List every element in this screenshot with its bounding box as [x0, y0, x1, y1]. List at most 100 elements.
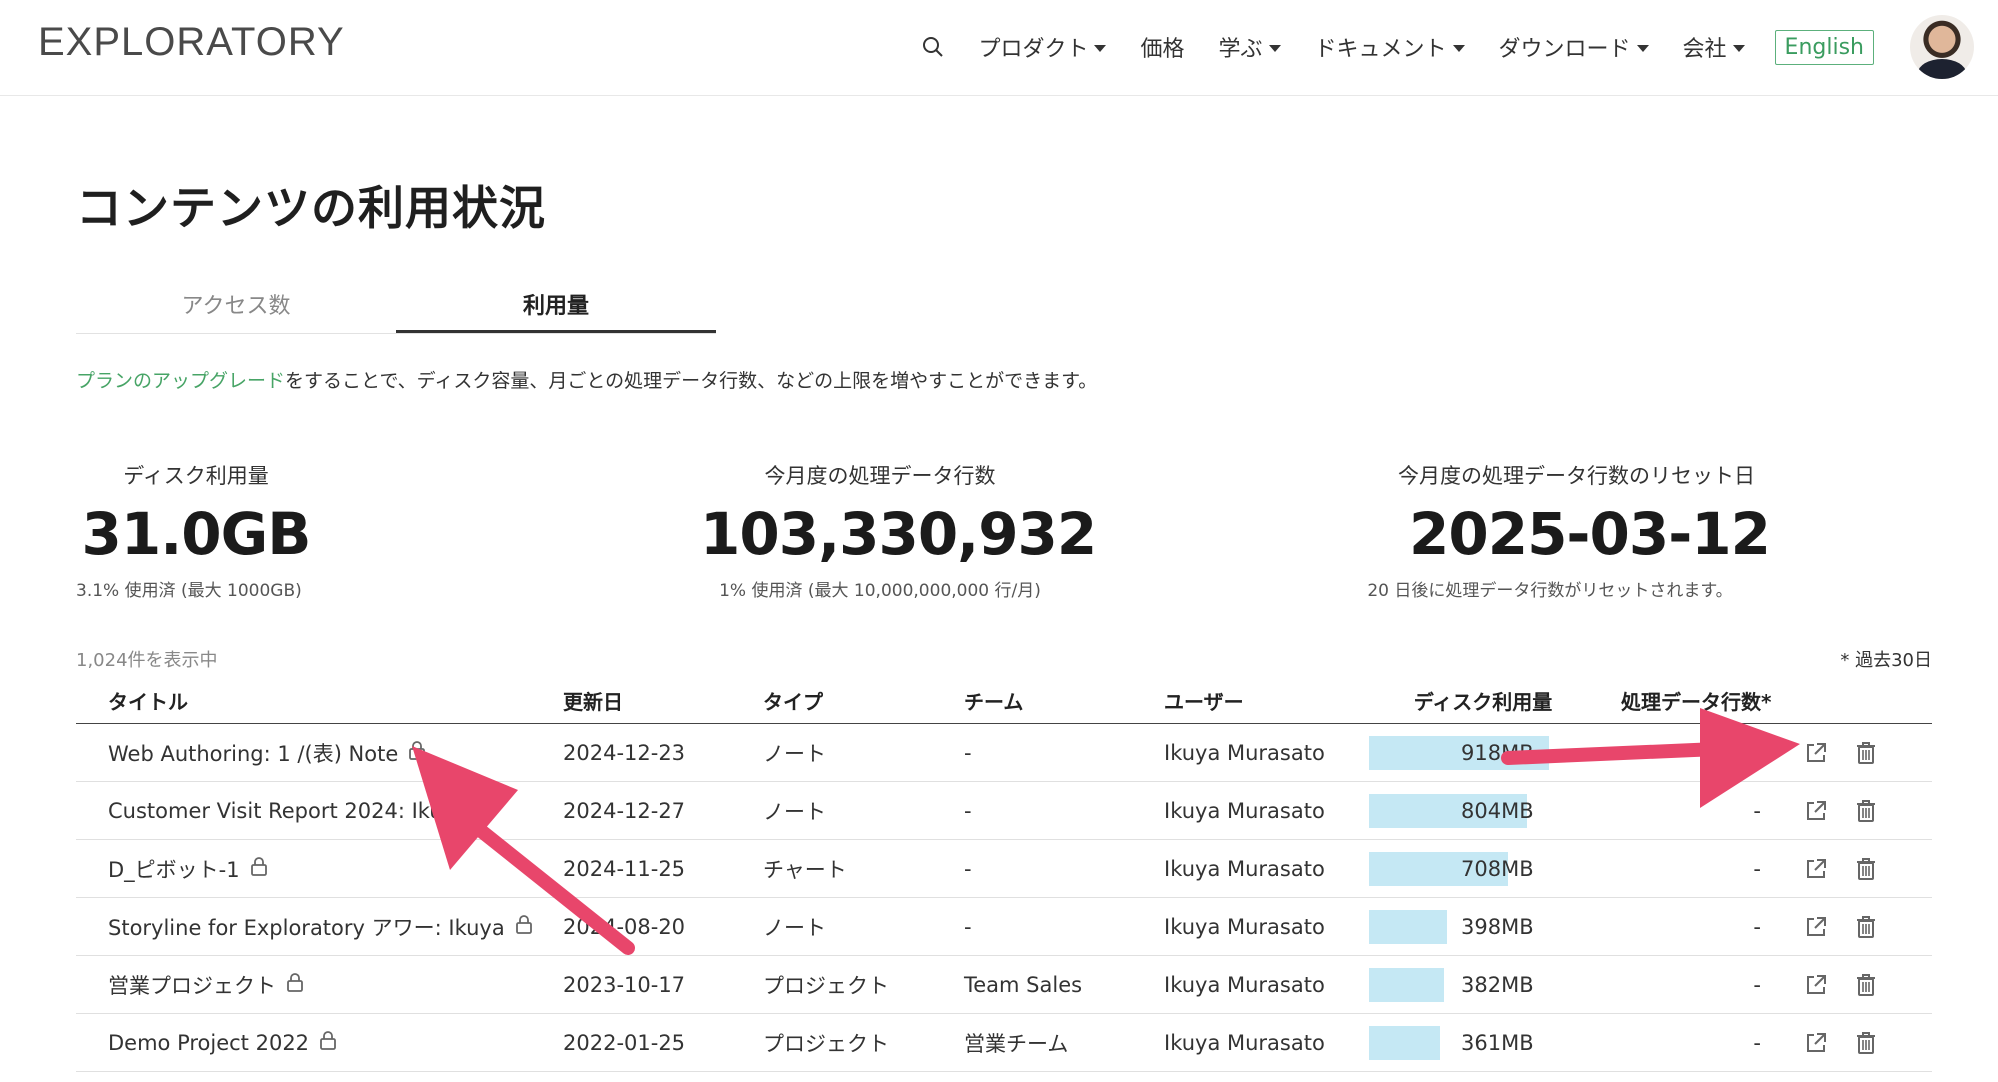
nav-company[interactable]: 会社 [1683, 31, 1745, 63]
row-actions [1787, 740, 1932, 766]
column-header-processed-rows[interactable]: 処理データ行数* [1597, 686, 1787, 715]
plan-upgrade-link[interactable]: プランのアップグレード [76, 370, 285, 392]
row-actions [1787, 914, 1932, 940]
row-actions [1787, 856, 1932, 882]
row-team: Team Sales [964, 972, 1083, 997]
column-header-user[interactable]: ユーザー [1164, 686, 1369, 715]
nav-product[interactable]: プロダクト [978, 31, 1107, 63]
nav-learn[interactable]: 学ぶ [1218, 31, 1281, 63]
open-external-icon[interactable] [1803, 914, 1829, 940]
row-title: Web Authoring: 1 /(表) Note [76, 738, 563, 768]
row-processed-rows: - [1753, 1030, 1761, 1055]
trash-icon[interactable] [1853, 856, 1879, 882]
disk-usage-sub: 3.1% 使用済 (最大 1000GB) [76, 581, 302, 601]
row-type: ノート [763, 741, 826, 766]
trash-icon[interactable] [1853, 972, 1879, 998]
disk-usage-label: ディスク利用量 [123, 464, 269, 488]
disk-usage-bar [1369, 1026, 1440, 1060]
row-user: Ikuya Murasato [1164, 798, 1325, 823]
row-disk-usage: 804MB [1369, 782, 1597, 839]
row-user: Ikuya Murasato [1164, 856, 1325, 881]
row-type: プロジェクト [763, 973, 889, 998]
open-external-icon[interactable] [1803, 1030, 1829, 1056]
upgrade-message: プランのアップグレードをすることで、ディスク容量、月ごとの処理データ行数、などの… [76, 366, 1097, 393]
row-team: - [964, 856, 972, 881]
trash-icon[interactable] [1853, 914, 1879, 940]
row-updated-date: 2024-11-25 [563, 856, 686, 881]
nav-pricing[interactable]: 価格 [1140, 31, 1184, 63]
disk-usage-label: 708MB [1461, 856, 1534, 881]
lock-icon [250, 856, 268, 881]
column-header-disk-usage[interactable]: ディスク利用量 [1369, 678, 1597, 723]
column-header-updated[interactable]: 更新日 [563, 686, 763, 715]
row-disk-usage: 708MB [1369, 840, 1597, 897]
exploratory-logo[interactable]: EXPLORATORY [38, 20, 345, 65]
disk-usage-label: 918MB [1461, 740, 1534, 765]
open-external-icon[interactable] [1803, 798, 1829, 824]
table-row[interactable]: 営業プロジェクト 2023-10-17 プロジェクト Team Sales Ikuya … [76, 956, 1932, 1014]
open-external-icon[interactable] [1803, 972, 1829, 998]
trash-icon[interactable] [1853, 740, 1879, 766]
row-processed-rows: - [1753, 914, 1761, 939]
table-row[interactable]: D_ピボット-1 2024-11-25 チャート - Ikuya Murasato 708… [76, 840, 1932, 898]
disk-usage-stat: ディスク利用量 31.0GB 3.1% 使用済 (最大 1000GB) [76, 460, 316, 601]
row-team: - [964, 740, 972, 765]
row-title-link[interactable]: 営業プロジェクト [108, 970, 276, 1000]
table-row[interactable]: Web Authoring: 1 /(表) Note 2024-12-23 ノート -… [76, 724, 1932, 782]
row-title: D_ピボット-1 [76, 854, 563, 884]
row-type: ノート [763, 915, 826, 940]
user-avatar[interactable] [1910, 15, 1974, 79]
period-note: * 過去30日 [1840, 650, 1932, 671]
result-count: 1,024件を表示中 [76, 650, 218, 671]
processed-rows-value: 103,330,932 [700, 500, 1097, 568]
tab-usage[interactable]: 利用量 [396, 282, 716, 333]
row-actions [1787, 972, 1932, 998]
table-row[interactable]: Storyline for Exploratory アワー: Ikuya 2024… [76, 898, 1932, 956]
caret-down-icon [1094, 44, 1107, 52]
column-header-title[interactable]: タイトル [76, 686, 563, 715]
row-user: Ikuya Murasato [1164, 914, 1325, 939]
caret-down-icon [1268, 44, 1281, 52]
disk-usage-label: 398MB [1461, 914, 1534, 939]
tab-access-count[interactable]: アクセス数 [76, 282, 396, 333]
table-row[interactable]: Demo Project 2022 2022-01-25 プロジェクト 営業チーム Ik… [76, 1014, 1932, 1072]
row-disk-usage: 398MB [1369, 898, 1597, 955]
row-disk-usage: 918MB [1369, 724, 1597, 781]
reset-date-label: 今月度の処理データ行数のリセット日 [1398, 464, 1755, 488]
row-title-link[interactable]: Web Authoring: 1 /(表) Note [108, 738, 398, 768]
row-type: プロジェクト [763, 1031, 889, 1056]
table-row[interactable]: Customer Visit Report 2024: Iku 2024-12-2… [76, 782, 1932, 840]
caret-down-icon [1636, 44, 1649, 52]
row-title-link[interactable]: Storyline for Exploratory アワー: Ikuya [108, 912, 505, 942]
row-title-link[interactable]: Customer Visit Report 2024: Iku [108, 799, 443, 823]
row-team: 営業チーム [964, 1031, 1069, 1056]
row-title-link[interactable]: Demo Project 2022 [108, 1031, 309, 1055]
disk-usage-label: 382MB [1461, 972, 1534, 997]
row-actions [1787, 798, 1932, 824]
row-processed-rows: - [1753, 798, 1761, 823]
row-actions [1787, 1030, 1932, 1056]
language-english-button[interactable]: English [1774, 29, 1874, 65]
processed-rows-label: 今月度の処理データ行数 [764, 464, 996, 488]
open-external-icon[interactable] [1803, 856, 1829, 882]
top-navigation-bar: EXPLORATORY プロダクト 価格 学ぶ ドキュメント ダウンロード 会社… [0, 0, 1998, 96]
nav-download[interactable]: ダウンロード [1499, 31, 1649, 63]
row-title-link[interactable]: D_ピボット-1 [108, 854, 240, 884]
disk-usage-value: 31.0GB [81, 500, 312, 568]
open-external-icon[interactable] [1803, 740, 1829, 766]
nav-documents[interactable]: ドキュメント [1315, 31, 1465, 63]
row-updated-date: 2024-12-23 [563, 740, 686, 765]
row-updated-date: 2022-01-25 [563, 1030, 686, 1055]
tab-bar: アクセス数 利用量 [76, 282, 716, 334]
row-title: 営業プロジェクト [76, 970, 563, 1000]
row-title: Customer Visit Report 2024: Iku [76, 798, 563, 823]
trash-icon[interactable] [1853, 1030, 1879, 1056]
column-header-team[interactable]: チーム [964, 686, 1164, 715]
trash-icon[interactable] [1853, 798, 1879, 824]
row-title: Storyline for Exploratory アワー: Ikuya [76, 912, 563, 942]
lock-icon [408, 740, 426, 765]
search-icon[interactable] [918, 32, 948, 62]
row-updated-date: 2024-12-27 [563, 798, 686, 823]
column-header-type[interactable]: タイプ [763, 686, 964, 715]
processed-rows-stat: 今月度の処理データ行数 103,330,932 1% 使用済 (最大 10,00… [700, 460, 1097, 601]
